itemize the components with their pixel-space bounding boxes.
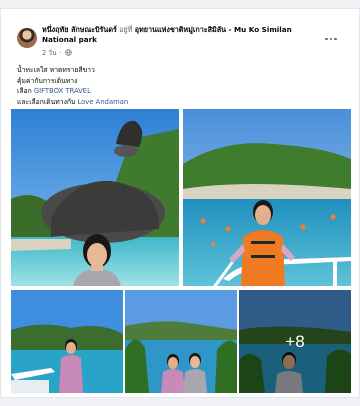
photo-3[interactable] — [11, 290, 123, 393]
globe-icon[interactable] — [64, 49, 72, 56]
post-caption: น้ำทะเลใส หาดทรายสีขาว คุ้มค่ากับการเดิน… — [17, 65, 337, 107]
photo-1-image — [11, 109, 179, 286]
caption-line-4-text: และเลือกเดินทางกับ — [17, 97, 76, 106]
caption-line-2: คุ้มค่ากับการเดินทาง — [17, 76, 78, 85]
giftbox-travel-link[interactable]: GIFTBOX TRAVEL — [34, 87, 91, 95]
photo-4[interactable] — [125, 290, 237, 393]
more-photos-count: +8 — [239, 290, 351, 393]
author-avatar[interactable] — [17, 28, 37, 48]
caption-line-3: เลือก GIFTBOX TRAVEL — [17, 86, 337, 97]
post-card: หนึ่งฤทัย ลักษณะบิรันดร์ อยู่ที่ อุทยานแ… — [0, 8, 360, 398]
post-header: หนึ่งฤทัย ลักษณะบิรันดร์ อยู่ที่ อุทยานแ… — [42, 25, 322, 45]
photo-1[interactable] — [11, 109, 179, 286]
more-horizontal-icon — [325, 37, 328, 41]
photo-2-image — [183, 109, 351, 286]
photo-3-image — [11, 290, 123, 393]
caption-line-4: และเลือกเดินทางกับ Love Andaman — [17, 97, 337, 108]
photo-4-image — [125, 290, 237, 393]
location-line1: อุทยานแห่งชาติหมู่เกาะสิมิลัน - Mu Ko Si… — [134, 25, 292, 34]
caption-line-3-text: เลือก — [17, 87, 32, 95]
more-options-button[interactable] — [323, 34, 339, 44]
love-andaman-link[interactable]: Love Andaman — [77, 98, 128, 106]
at-word: อยู่ที่ — [119, 25, 133, 34]
post-meta: 2 วัน · — [42, 47, 72, 58]
photo-5-more[interactable]: +8 — [239, 290, 351, 393]
location-line2: National park — [42, 35, 97, 44]
photo-2[interactable] — [183, 109, 351, 286]
post-time[interactable]: 2 วัน — [42, 47, 57, 58]
separator-dot: · — [59, 48, 62, 57]
author-name-link[interactable]: หนึ่งฤทัย ลักษณะบิรันดร์ — [42, 25, 117, 34]
caption-line-1: น้ำทะเลใส หาดทรายสีขาว — [17, 66, 95, 74]
